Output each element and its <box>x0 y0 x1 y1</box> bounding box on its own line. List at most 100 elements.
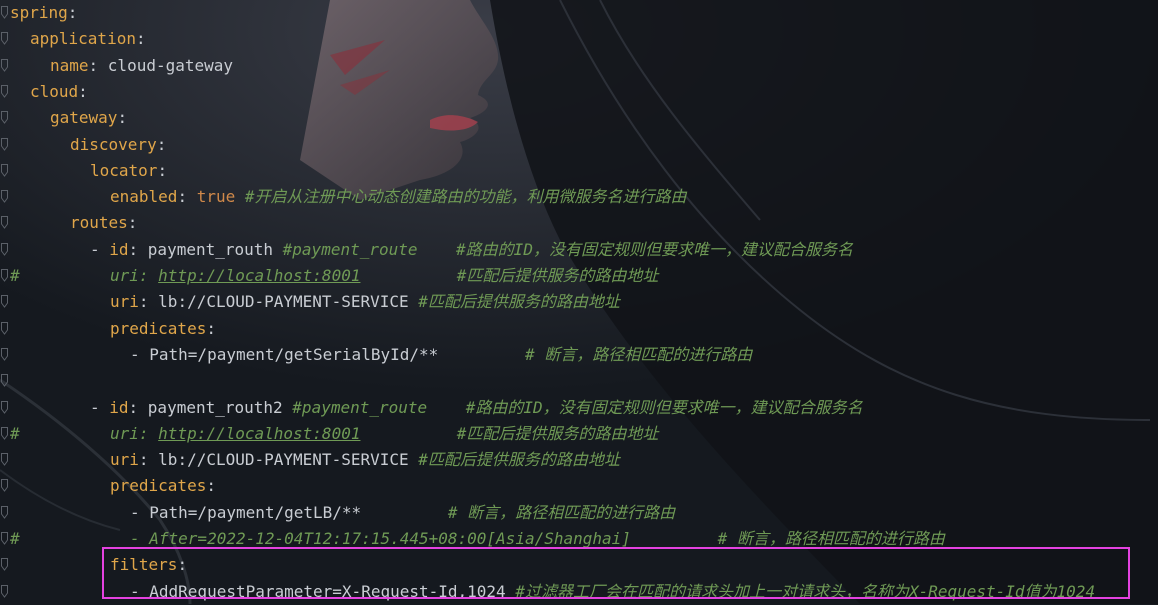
yaml-separator: : <box>117 108 128 128</box>
line-content: spring: <box>10 0 77 26</box>
fold-marker-icon[interactable] <box>1 505 8 519</box>
fold-marker-icon[interactable] <box>1 6 8 19</box>
yaml-separator: : <box>138 450 159 470</box>
yaml-key: spring <box>10 3 68 22</box>
yaml-separator: : <box>127 213 138 233</box>
line-content: - Path=/payment/getSerialById/** # 断言，路径… <box>130 342 752 368</box>
fold-marker-icon[interactable] <box>1 242 8 256</box>
yaml-key: id <box>109 239 129 259</box>
line-content: locator: <box>90 158 167 184</box>
yaml-value: Path=/payment/getSerialById/** <box>149 344 439 364</box>
code-comment: #payment_route #路由的ID，没有固定规则但要求唯一，建议配合服务… <box>282 239 853 259</box>
comment-marker: # <box>10 529 20 548</box>
comment-url: http://localhost:8001 <box>158 423 361 443</box>
yaml-key: id <box>109 397 129 417</box>
line-content: uri: lb://CLOUD-PAYMENT-SERVICE #匹配后提供服务… <box>110 447 620 473</box>
yaml-key: uri <box>110 292 139 312</box>
code-comment: # 断言，路径相匹配的进行路由 <box>630 529 945 548</box>
fold-marker-icon[interactable] <box>1 137 8 151</box>
yaml-value: cloud-gateway <box>107 55 234 75</box>
commented-code: uri: <box>110 266 159 285</box>
yaml-key: predicates <box>110 318 207 338</box>
yaml-separator: : <box>128 397 148 417</box>
fold-marker-icon[interactable] <box>1 400 8 414</box>
yaml-key: predicates <box>110 476 207 496</box>
yaml-boolean: true <box>196 187 236 207</box>
fold-marker-icon[interactable] <box>1 426 8 440</box>
yaml-key: application <box>30 29 136 49</box>
list-dash: - <box>90 397 110 417</box>
fold-marker-icon[interactable] <box>1 532 8 545</box>
list-dash: - <box>90 239 110 259</box>
fold-marker-icon[interactable] <box>1 111 8 125</box>
comment-marker: # <box>10 266 20 285</box>
yaml-separator: : <box>206 318 216 338</box>
fold-marker-icon[interactable] <box>1 558 8 572</box>
line-content: routes: <box>70 210 137 236</box>
code-comment: #匹配后提供服务的路由地址 <box>360 266 659 285</box>
code-comment: #匹配后提供服务的路由地址 <box>418 292 620 312</box>
yaml-separator: : <box>67 3 78 22</box>
yaml-separator: : <box>157 160 168 180</box>
yaml-separator: : <box>88 55 108 75</box>
fold-marker-icon[interactable] <box>1 347 8 361</box>
yaml-value: lb://CLOUD-PAYMENT-SERVICE <box>158 450 419 470</box>
fold-marker-icon[interactable] <box>1 269 8 282</box>
yaml-value: payment_routh <box>147 239 283 259</box>
list-dash: - <box>130 502 150 522</box>
line-content: name: cloud-gateway <box>50 53 233 79</box>
yaml-key: cloud <box>30 81 79 101</box>
line-content: - id: payment_routh #payment_route #路由的I… <box>90 237 853 263</box>
yaml-separator: : <box>177 187 197 207</box>
line-content: - id: payment_routh2 #payment_route #路由的… <box>90 395 863 421</box>
commented-code: uri: <box>110 423 159 443</box>
commented-code: - After=2022-12-04T12:17:15.445+08:00[As… <box>130 529 631 548</box>
comment-marker: # <box>10 423 20 443</box>
yaml-key: gateway <box>50 108 118 128</box>
fold-marker-icon[interactable] <box>1 453 8 466</box>
line-content: gateway: <box>50 105 127 131</box>
fold-marker-icon[interactable] <box>1 58 8 72</box>
yaml-key: locator <box>90 160 158 180</box>
yaml-separator: : <box>78 81 88 101</box>
code-comment: #payment_route #路由的ID，没有固定规则但要求唯一，建议配合服务… <box>292 397 863 417</box>
yaml-key: name <box>50 55 89 75</box>
yaml-key: discovery <box>70 134 157 154</box>
fold-marker-icon[interactable] <box>1 295 8 309</box>
code-comment: # 断言，路径相匹配的进行路由 <box>361 502 676 522</box>
line-content: application: <box>30 26 146 52</box>
code-comment: #匹配后提供服务的路由地址 <box>360 423 659 443</box>
line-content: cloud: <box>30 79 88 105</box>
fold-marker-icon[interactable] <box>1 190 8 203</box>
fold-marker-icon[interactable] <box>1 32 8 46</box>
yaml-separator: : <box>206 476 216 496</box>
yaml-separator: : <box>156 134 167 154</box>
fold-marker-icon[interactable] <box>1 479 8 493</box>
code-comment: #开启从注册中心动态创建路由的功能，利用微服务名进行路由 <box>235 187 687 207</box>
fold-gutter <box>0 0 10 604</box>
line-content: uri: http://localhost:8001 #匹配后提供服务的路由地址 <box>110 263 658 289</box>
line-content: predicates: <box>110 473 216 499</box>
fold-marker-icon[interactable] <box>1 84 8 98</box>
line-content: discovery: <box>70 132 166 158</box>
fold-marker-icon[interactable] <box>1 374 8 388</box>
yaml-key: routes <box>70 213 128 233</box>
yaml-separator: : <box>128 239 148 259</box>
code-comment: #匹配后提供服务的路由地址 <box>418 450 620 470</box>
code-comment: # 断言，路径相匹配的进行路由 <box>438 344 753 364</box>
yaml-separator: : <box>135 29 146 49</box>
fold-marker-icon[interactable] <box>1 216 8 230</box>
yaml-separator: : <box>138 292 159 312</box>
line-content: predicates: <box>110 316 216 342</box>
fold-marker-icon[interactable] <box>1 321 8 335</box>
yaml-value: payment_routh2 <box>147 397 293 417</box>
line-content: uri: lb://CLOUD-PAYMENT-SERVICE #匹配后提供服务… <box>110 289 620 315</box>
fold-marker-icon[interactable] <box>1 584 8 598</box>
yaml-key: uri <box>110 450 139 470</box>
line-content: uri: http://localhost:8001 #匹配后提供服务的路由地址 <box>110 421 658 447</box>
yaml-key: enabled <box>110 187 178 207</box>
yaml-value: Path=/payment/getLB/** <box>149 502 362 522</box>
line-content: - Path=/payment/getLB/** # 断言，路径相匹配的进行路由 <box>130 500 675 526</box>
fold-marker-icon[interactable] <box>1 163 8 177</box>
yaml-value: lb://CLOUD-PAYMENT-SERVICE <box>158 292 419 312</box>
